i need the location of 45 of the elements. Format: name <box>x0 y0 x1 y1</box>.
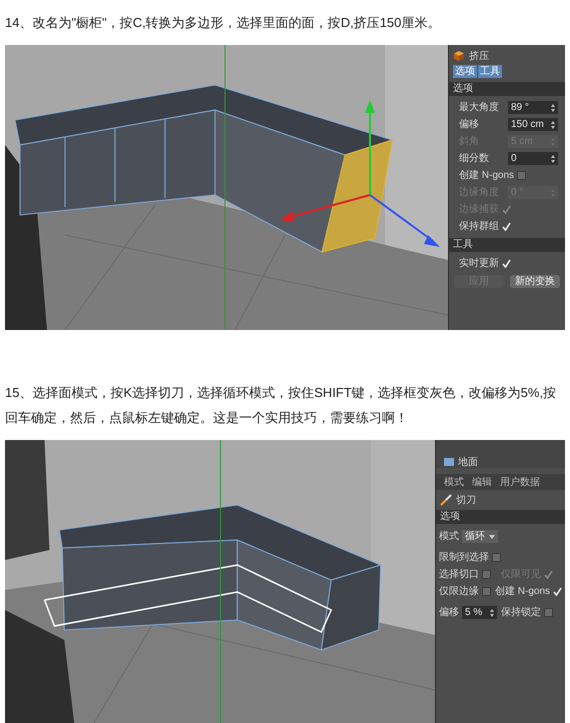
field-label: 偏移 <box>439 606 459 620</box>
knife-icon <box>440 494 452 506</box>
field-label: 选择切口 <box>439 568 479 582</box>
tab[interactable]: 模式 <box>444 474 464 490</box>
checkbox[interactable] <box>482 587 491 596</box>
spinner-icon[interactable] <box>551 120 555 128</box>
field-label: 实时更新 <box>459 256 499 271</box>
spinner-icon[interactable] <box>551 154 555 162</box>
caret-icon <box>489 534 495 538</box>
field-label: 细分数 <box>459 152 490 166</box>
checkbox[interactable] <box>544 608 553 617</box>
tab[interactable]: 选项 <box>453 65 477 78</box>
number-field[interactable]: 5 % <box>462 606 497 619</box>
panel-title: 挤压 <box>469 50 489 64</box>
tab[interactable]: 用户数据 <box>500 474 540 490</box>
tab[interactable]: 编辑 <box>472 474 492 490</box>
number-field[interactable]: 0 <box>508 152 558 165</box>
checkbox[interactable] <box>492 553 501 562</box>
step-instruction: 15、选择面模式，按K选择切刀，选择循环模式，按住SHIFT键，选择框变灰色，改偏移为5%,按回车确定，然后，点鼠标左键确定。这是一个实用技巧，需要练习啊！ <box>4 384 558 427</box>
step-instruction: 14、改名为"橱柜"，按C,转换为多边形，选择里面的面，按D,挤压150厘米。 <box>4 14 442 32</box>
field-label: 偏移 <box>459 118 480 132</box>
floor-icon <box>444 458 454 466</box>
tab[interactable]: 工具 <box>478 65 502 78</box>
field-label: 仅限边缘 <box>439 584 479 599</box>
checkbox[interactable] <box>517 171 526 180</box>
spinner-icon[interactable] <box>490 608 494 616</box>
section-header: 选项 <box>449 82 565 96</box>
checkbox[interactable] <box>482 570 491 579</box>
spinner-icon[interactable] <box>551 104 555 112</box>
section-header: 工具 <box>449 238 565 252</box>
cube-icon <box>453 50 465 62</box>
field-label: 保持群组 <box>459 220 499 234</box>
field-label: 创建 N-gons <box>495 584 550 599</box>
field-label: 限制到选择 <box>439 550 489 565</box>
field-label: 创建 N-gons <box>459 168 514 183</box>
field-label: 保持锁定 <box>501 606 541 620</box>
number-field[interactable]: 89 ° <box>508 101 558 114</box>
number-field[interactable]: 150 cm <box>508 118 558 131</box>
field-label: 最大角度 <box>459 100 500 115</box>
dropdown[interactable]: 循环 <box>462 530 498 543</box>
panel-title: 切刀 <box>456 494 476 508</box>
section-header: 选项 <box>436 510 565 524</box>
panel-button[interactable]: 新的变换 <box>510 275 560 288</box>
object-name[interactable]: 地面 <box>458 454 478 470</box>
field-label: 模式 <box>439 530 459 544</box>
